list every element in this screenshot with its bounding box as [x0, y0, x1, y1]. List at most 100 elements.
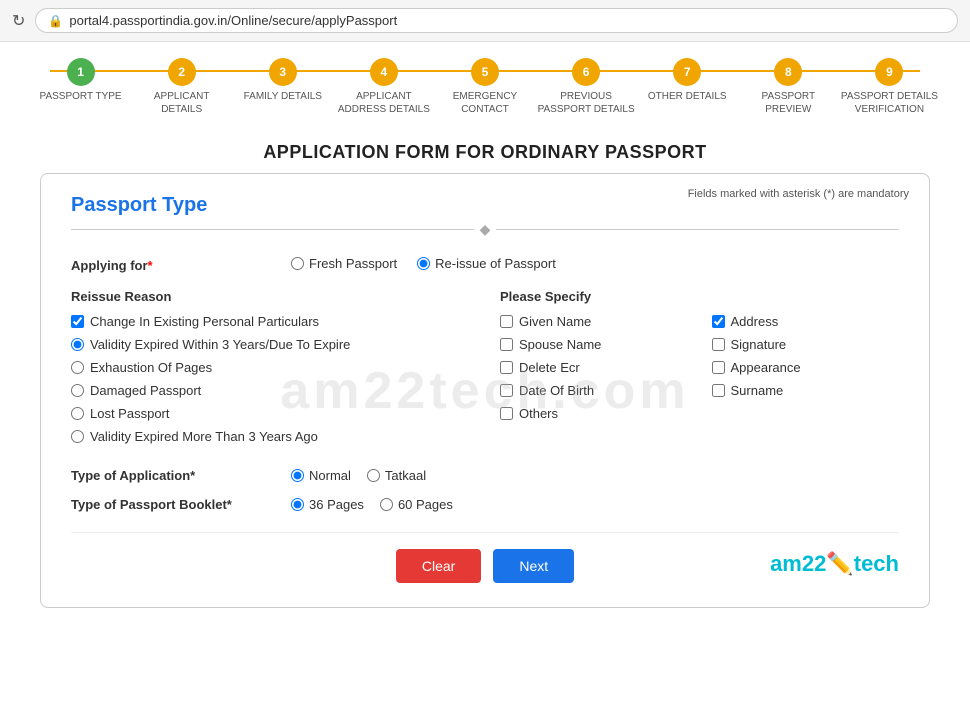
specify-spouse-name-checkbox[interactable] [500, 338, 513, 351]
specify-others-label: Others [519, 406, 558, 421]
divider-line-right [496, 229, 899, 230]
specify-address[interactable]: Address [712, 314, 900, 329]
specify-delete-ecr-label: Delete Ecr [519, 360, 580, 375]
step-1-label: PASSPORT TYPE [40, 90, 122, 103]
reissue-reason-lost[interactable]: Lost Passport [71, 406, 470, 421]
clear-button[interactable]: Clear [396, 549, 481, 583]
36-pages-option[interactable]: 36 Pages [291, 497, 364, 512]
normal-radio[interactable] [291, 469, 304, 482]
step-9-label: PASSPORT DETAILSVERIFICATION [841, 90, 938, 116]
step-3[interactable]: 3 FAMILY DETAILS [232, 58, 333, 103]
specify-col-1: Given Name Spouse Name Delete Ecr D [500, 314, 688, 429]
specify-surname[interactable]: Surname [712, 383, 900, 398]
normal-option[interactable]: Normal [291, 468, 351, 483]
tatkaal-label: Tatkaal [385, 468, 426, 483]
step-8-label: PASSPORTPREVIEW [762, 90, 816, 116]
step-4[interactable]: 4 APPLICANTADDRESS DETAILS [333, 58, 434, 116]
step-5[interactable]: 5 EMERGENCYCONTACT [434, 58, 535, 116]
steps-bar: 1 PASSPORT TYPE 2 APPLICANTDETAILS 3 FAM… [0, 42, 970, 124]
required-star: * [148, 258, 153, 273]
application-type-options: Normal Tatkaal [291, 468, 426, 483]
reissue-reason-validity-more[interactable]: Validity Expired More Than 3 Years Ago [71, 429, 470, 444]
step-2[interactable]: 2 APPLICANTDETAILS [131, 58, 232, 116]
reissue-reason-change-checkbox[interactable] [71, 315, 84, 328]
specify-cols: Given Name Spouse Name Delete Ecr D [500, 314, 899, 429]
url-text: portal4.passportindia.gov.in/Online/secu… [69, 13, 397, 28]
specify-appearance-checkbox[interactable] [712, 361, 725, 374]
reissue-reason-change[interactable]: Change In Existing Personal Particulars [71, 314, 470, 329]
step-8[interactable]: 8 PASSPORTPREVIEW [738, 58, 839, 116]
specify-given-name-checkbox[interactable] [500, 315, 513, 328]
reissue-reason-exhaustion[interactable]: Exhaustion Of Pages [71, 360, 470, 375]
required-star-3: * [227, 497, 232, 512]
specify-dob-checkbox[interactable] [500, 384, 513, 397]
fresh-passport-radio[interactable] [291, 257, 304, 270]
specify-dob[interactable]: Date Of Birth [500, 383, 688, 398]
next-button[interactable]: Next [493, 549, 574, 583]
reissue-reason-damaged[interactable]: Damaged Passport [71, 383, 470, 398]
reissue-reason-damaged-radio[interactable] [71, 384, 84, 397]
specify-dob-label: Date Of Birth [519, 383, 594, 398]
fresh-passport-option[interactable]: Fresh Passport [291, 256, 397, 271]
36-pages-label: 36 Pages [309, 497, 364, 512]
specify-delete-ecr[interactable]: Delete Ecr [500, 360, 688, 375]
specify-delete-ecr-checkbox[interactable] [500, 361, 513, 374]
url-bar[interactable]: 🔒 portal4.passportindia.gov.in/Online/se… [35, 8, 958, 33]
booklet-type-options: 36 Pages 60 Pages [291, 497, 453, 512]
required-star-2: * [190, 468, 195, 483]
60-pages-option[interactable]: 60 Pages [380, 497, 453, 512]
step-1[interactable]: 1 PASSPORT TYPE [30, 58, 131, 103]
main-content: 1 PASSPORT TYPE 2 APPLICANTDETAILS 3 FAM… [0, 42, 970, 727]
step-7[interactable]: 7 OTHER DETAILS [637, 58, 738, 103]
specify-address-label: Address [731, 314, 779, 329]
step-9-circle: 9 [875, 58, 903, 86]
step-6-label: PREVIOUSPASSPORT DETAILS [538, 90, 635, 116]
pencil-icon: ✏️ [826, 551, 853, 576]
fresh-passport-label: Fresh Passport [309, 256, 397, 271]
specify-spouse-name[interactable]: Spouse Name [500, 337, 688, 352]
36-pages-radio[interactable] [291, 498, 304, 511]
reissue-reason-lost-radio[interactable] [71, 407, 84, 420]
branding: am22✏️tech [770, 551, 899, 577]
tatkaal-radio[interactable] [367, 469, 380, 482]
specify-signature-checkbox[interactable] [712, 338, 725, 351]
tatkaal-option[interactable]: Tatkaal [367, 468, 426, 483]
step-6-circle: 6 [572, 58, 600, 86]
please-specify-label: Please Specify [500, 289, 899, 304]
normal-label: Normal [309, 468, 351, 483]
reissue-reason-validity-more-radio[interactable] [71, 430, 84, 443]
mandatory-note: Fields marked with asterisk (*) are mand… [688, 188, 909, 200]
application-type-row: Type of Application* Normal Tatkaal [71, 468, 899, 483]
browser-bar: ↻ 🔒 portal4.passportindia.gov.in/Online/… [0, 0, 970, 42]
reissue-reason-exhaustion-radio[interactable] [71, 361, 84, 374]
specify-address-checkbox[interactable] [712, 315, 725, 328]
specify-signature-label: Signature [731, 337, 787, 352]
step-5-circle: 5 [471, 58, 499, 86]
booklet-type-label: Type of Passport Booklet* [71, 497, 291, 512]
specify-given-name[interactable]: Given Name [500, 314, 688, 329]
refresh-icon[interactable]: ↻ [12, 11, 25, 31]
specify-surname-checkbox[interactable] [712, 384, 725, 397]
step-4-label: APPLICANTADDRESS DETAILS [338, 90, 430, 116]
specify-signature[interactable]: Signature [712, 337, 900, 352]
reissue-passport-option[interactable]: Re-issue of Passport [417, 256, 556, 271]
60-pages-radio[interactable] [380, 498, 393, 511]
reissue-specify-row: Reissue Reason Change In Existing Person… [71, 289, 899, 452]
step-3-label: FAMILY DETAILS [244, 90, 322, 103]
divider-diamond: ◆ [480, 221, 491, 238]
specify-appearance[interactable]: Appearance [712, 360, 900, 375]
reissue-reason-validity-within[interactable]: Validity Expired Within 3 Years/Due To E… [71, 337, 470, 352]
specify-others-checkbox[interactable] [500, 407, 513, 420]
reissue-reason-damaged-label: Damaged Passport [90, 383, 201, 398]
booklet-type-row: Type of Passport Booklet* 36 Pages 60 Pa… [71, 497, 899, 512]
form-card: Fields marked with asterisk (*) are mand… [40, 173, 930, 608]
reissue-reason-validity-within-radio[interactable] [71, 338, 84, 351]
reissue-passport-radio[interactable] [417, 257, 430, 270]
page-title: APPLICATION FORM FOR ORDINARY PASSPORT [0, 124, 970, 173]
step-6[interactable]: 6 PREVIOUSPASSPORT DETAILS [536, 58, 637, 116]
step-9[interactable]: 9 PASSPORT DETAILSVERIFICATION [839, 58, 940, 116]
application-type-label: Type of Application* [71, 468, 291, 483]
step-7-label: OTHER DETAILS [648, 90, 727, 103]
applying-for-label: Applying for* [71, 256, 291, 273]
specify-others[interactable]: Others [500, 406, 688, 421]
